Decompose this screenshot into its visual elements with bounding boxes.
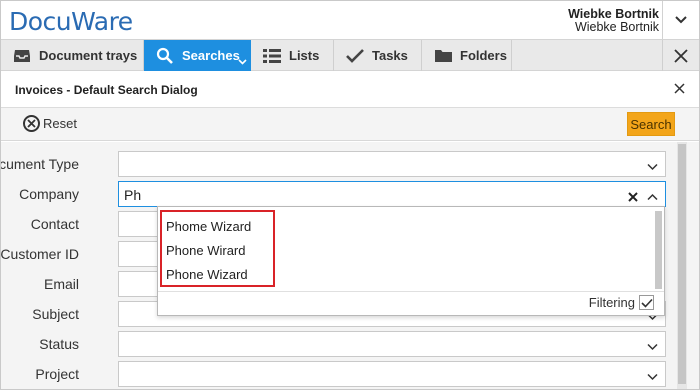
suggestion-option[interactable]: Phone Wirard [166, 243, 245, 258]
list-icon [261, 48, 283, 64]
document-type-field[interactable] [118, 151, 666, 177]
customer-id-field[interactable] [118, 241, 158, 267]
field-label: Email [43, 276, 79, 292]
field-label: Company [19, 186, 79, 202]
field-label: Customer ID [0, 246, 79, 262]
dialog-toolbar: Reset Search [1, 108, 699, 141]
field-value: Ph [124, 187, 142, 203]
field-label: Subject [32, 306, 79, 322]
tab-label: Lists [289, 48, 320, 63]
tab-searches[interactable]: Searches [144, 40, 251, 71]
dialog-title-bar: Invoices - Default Search Dialog [1, 72, 699, 108]
tab-document-trays[interactable]: Document trays [1, 40, 144, 71]
dialog-close-button[interactable] [674, 81, 685, 99]
divider [158, 291, 664, 292]
tab-tasks[interactable]: Tasks [334, 40, 422, 71]
folder-icon [432, 49, 454, 62]
docuware-logo: DocuWare [9, 7, 133, 36]
tray-icon [11, 49, 33, 63]
suggestion-option[interactable]: Phone Wizard [166, 267, 248, 282]
company-suggestions-dropdown: Phome Wizard Phone Wirard Phone Wizard F… [157, 206, 665, 316]
contact-field[interactable] [118, 211, 158, 237]
main-nav: Document trays Searches Lists Tasks Fold… [1, 39, 699, 71]
company-field[interactable]: Ph [118, 181, 666, 207]
field-label: Contact [30, 216, 79, 232]
dropdown-scrollbar[interactable] [655, 211, 662, 289]
form-row-project: Project [1, 361, 671, 387]
suggestion-option[interactable]: Phome Wizard [166, 219, 251, 234]
field-label: Document Type [0, 156, 79, 172]
filtering-label: Filtering [588, 295, 635, 310]
checkmark-icon [344, 48, 366, 63]
user-menu-button[interactable] [662, 1, 699, 39]
form-scrollbar[interactable] [677, 142, 687, 389]
user-name: Wiebke Bortnik [574, 20, 659, 34]
user-info: Wiebke Bortnik Wiebke Bortnik [568, 8, 659, 34]
chevron-down-icon [675, 16, 687, 24]
close-button[interactable] [662, 40, 699, 71]
close-icon [674, 83, 685, 94]
email-field[interactable] [118, 271, 158, 297]
checkmark-icon [640, 298, 653, 308]
search-icon [154, 47, 176, 65]
chevron-down-icon[interactable] [647, 158, 658, 176]
field-label: Status [39, 336, 79, 352]
form-row-status: Status [1, 331, 671, 357]
filtering-toggle[interactable]: Filtering [589, 295, 654, 310]
chevron-down-icon[interactable] [647, 338, 658, 356]
tab-lists[interactable]: Lists [251, 40, 334, 71]
reset-label: Reset [43, 116, 77, 131]
tab-folders[interactable]: Folders [422, 40, 512, 71]
reset-icon [23, 115, 40, 132]
form-scrollbar-thumb[interactable] [678, 144, 686, 384]
status-field[interactable] [118, 331, 666, 357]
dialog-title: Invoices - Default Search Dialog [15, 83, 198, 97]
search-button[interactable]: Search [627, 112, 675, 136]
tab-label: Tasks [372, 48, 408, 63]
form-row-document-type: Document Type [1, 151, 671, 177]
filtering-checkbox[interactable] [639, 295, 654, 310]
app-window: DocuWare Wiebke Bortnik Wiebke Bortnik D… [0, 0, 700, 390]
tab-label: Folders [460, 48, 507, 63]
tab-label: Searches [182, 48, 240, 63]
chevron-up-icon[interactable] [647, 188, 658, 206]
clear-icon[interactable] [628, 189, 638, 207]
chevron-down-icon [238, 53, 247, 68]
project-field[interactable] [118, 361, 666, 387]
form-row-company: Company Ph [1, 181, 671, 207]
close-icon [674, 48, 688, 63]
reset-button[interactable]: Reset [23, 115, 77, 132]
header: DocuWare Wiebke Bortnik Wiebke Bortnik [1, 1, 699, 39]
tab-label: Document trays [39, 48, 138, 63]
chevron-down-icon[interactable] [647, 368, 658, 386]
field-label: Project [35, 366, 79, 382]
